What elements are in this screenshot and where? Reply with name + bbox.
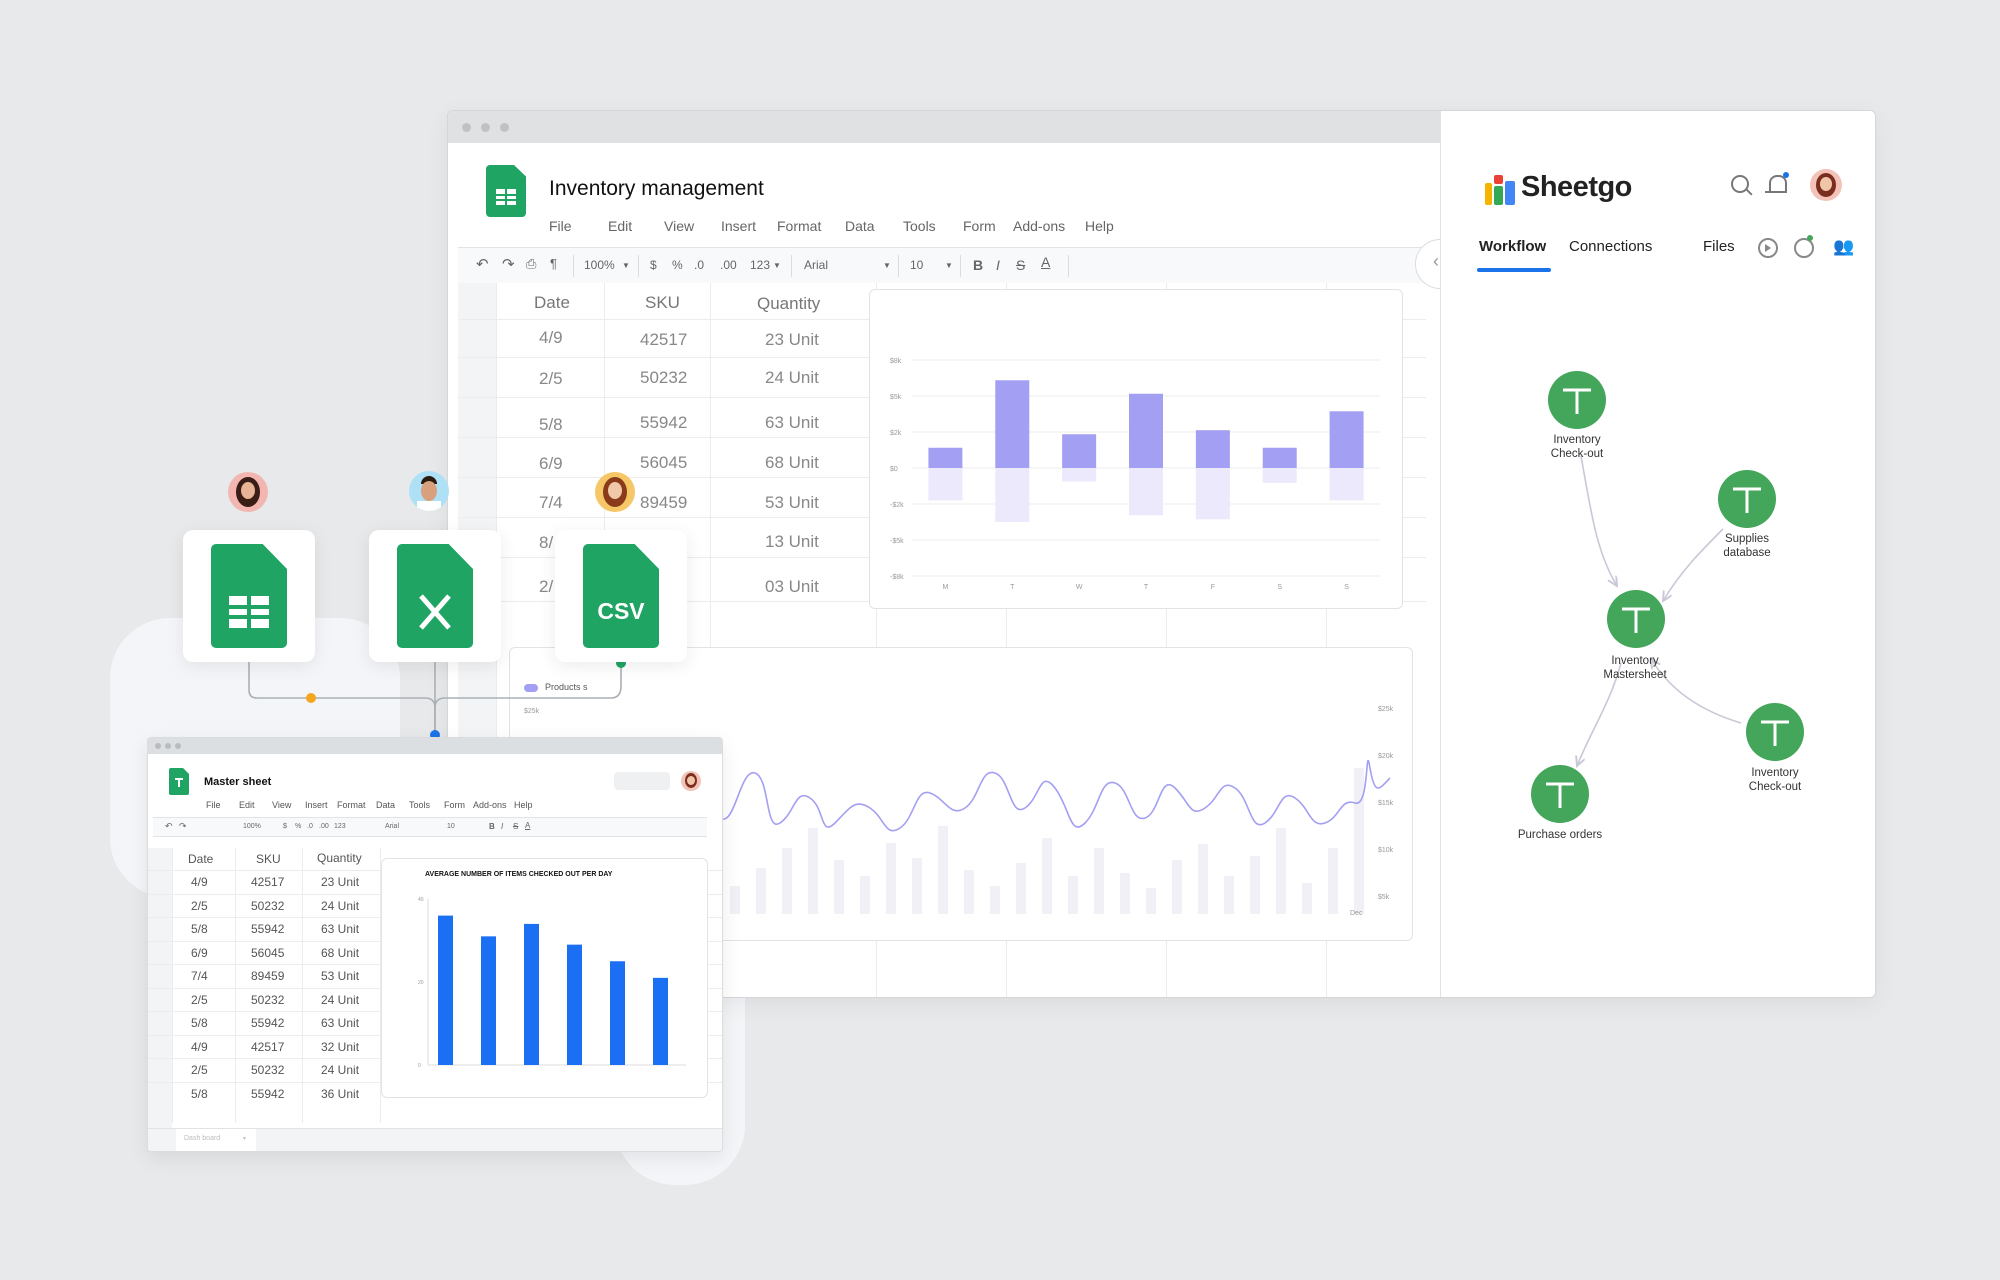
mini-chart-card[interactable]: AVERAGE NUMBER OF ITEMS CHECKED OUT PER … <box>381 858 708 1098</box>
y-tick-label: 40 <box>418 897 424 903</box>
table-cell[interactable]: 50232 <box>251 1063 284 1077</box>
menu-format[interactable]: Format <box>337 800 366 810</box>
table-cell[interactable]: 5/8 <box>191 1016 208 1030</box>
table-cell[interactable]: 63 Unit <box>321 922 359 936</box>
undo-icon[interactable]: ↶ <box>165 821 173 832</box>
table-cell[interactable]: 42517 <box>251 1040 284 1054</box>
table-cell[interactable]: 4/9 <box>191 1040 208 1054</box>
user-avatar[interactable] <box>409 471 449 511</box>
bold-icon[interactable]: B <box>489 822 495 831</box>
table-cell[interactable]: 68 Unit <box>321 946 359 960</box>
sheet-tab-dashboard[interactable]: Dash board ▼ <box>176 1129 256 1151</box>
table-cell[interactable]: 50232 <box>251 993 284 1007</box>
percent-button[interactable]: % <box>295 823 301 830</box>
currency-button[interactable]: $ <box>283 823 287 830</box>
table-cell[interactable]: 2/5 <box>191 1063 208 1077</box>
table-cell[interactable]: 5/8 <box>191 922 208 936</box>
menu-file[interactable]: File <box>206 800 221 810</box>
menu-data[interactable]: Data <box>376 800 395 810</box>
table-cell[interactable]: 56045 <box>251 946 284 960</box>
google-sheets-icon <box>169 768 189 795</box>
menu-addons[interactable]: Add-ons <box>473 800 507 810</box>
chevron-down-icon[interactable]: ▼ <box>242 1136 247 1142</box>
font-size-select[interactable]: 10 <box>447 823 455 830</box>
user-avatar[interactable] <box>228 472 268 512</box>
menu-form[interactable]: Form <box>444 800 465 810</box>
user-avatar[interactable] <box>595 472 635 512</box>
table-cell[interactable]: 2/5 <box>191 993 208 1007</box>
sheet-tab-label: Dash board <box>184 1135 221 1142</box>
table-cell[interactable]: 36 Unit <box>321 1087 359 1101</box>
table-cell[interactable]: 7/4 <box>191 969 208 983</box>
table-cell[interactable]: 42517 <box>251 875 284 889</box>
number-format-select[interactable]: 123 <box>334 823 346 830</box>
strikethrough-icon[interactable]: S <box>513 822 518 831</box>
table-cell[interactable]: 6/9 <box>191 946 208 960</box>
table-cell[interactable]: 89459 <box>251 969 284 983</box>
y-tick-label: 0 <box>418 1063 421 1069</box>
bar[interactable] <box>610 961 625 1065</box>
table-cell[interactable]: 23 Unit <box>321 875 359 889</box>
table-cell[interactable]: 24 Unit <box>321 1063 359 1077</box>
menu-view[interactable]: View <box>272 800 291 810</box>
table-cell[interactable]: 55942 <box>251 922 284 936</box>
google-sheets-icon <box>211 544 287 648</box>
bar[interactable] <box>567 944 582 1065</box>
table-cell[interactable]: 5/8 <box>191 1087 208 1101</box>
document-title[interactable]: Master sheet <box>204 776 271 788</box>
share-button[interactable] <box>614 772 670 790</box>
bar[interactable] <box>438 915 453 1065</box>
table-cell[interactable]: 4/9 <box>191 875 208 889</box>
google-sheets-file-card[interactable] <box>183 530 315 662</box>
sheet-tab-bar: Dash board ▼ <box>148 1128 722 1151</box>
excel-file-card[interactable] <box>369 530 501 662</box>
column-header-quantity[interactable]: Quantity <box>317 851 362 865</box>
table-cell[interactable]: 55942 <box>251 1016 284 1030</box>
table-cell[interactable]: 63 Unit <box>321 1016 359 1030</box>
y-tick-label: 20 <box>418 980 424 986</box>
font-select[interactable]: Arial <box>385 823 399 830</box>
menu-insert[interactable]: Insert <box>305 800 328 810</box>
master-sheet-window: Master sheet File Edit View Insert Forma… <box>147 737 723 1152</box>
menu-help[interactable]: Help <box>514 800 533 810</box>
increase-decimal-button[interactable]: .00 <box>319 823 329 830</box>
table-cell[interactable]: 53 Unit <box>321 969 359 983</box>
table-cell[interactable]: 2/5 <box>191 899 208 913</box>
csv-label: CSV <box>597 598 645 624</box>
excel-icon <box>397 544 473 648</box>
table-cell[interactable]: 32 Unit <box>321 1040 359 1054</box>
column-header-sku[interactable]: SKU <box>256 852 281 866</box>
toolbar: ↶ ↷ 100% $ % .0 .00 123 Arial 10 B I S A <box>153 817 707 837</box>
italic-icon[interactable]: I <box>501 822 503 831</box>
user-avatar[interactable] <box>681 771 701 791</box>
table-cell[interactable]: 50232 <box>251 899 284 913</box>
menu-tools[interactable]: Tools <box>409 800 430 810</box>
redo-icon[interactable]: ↷ <box>179 821 187 832</box>
table-cell[interactable]: 24 Unit <box>321 899 359 913</box>
csv-file-card[interactable]: CSV <box>555 530 687 662</box>
menu-edit[interactable]: Edit <box>239 800 255 810</box>
window-titlebar <box>148 738 722 754</box>
zoom-select[interactable]: 100% <box>243 823 261 830</box>
mini-bar-chart: 40 20 0 <box>418 897 686 1069</box>
text-color-icon[interactable]: A <box>525 821 530 830</box>
bar[interactable] <box>524 923 539 1065</box>
column-header-date[interactable]: Date <box>188 852 213 866</box>
bar[interactable] <box>481 936 496 1065</box>
csv-icon: CSV <box>583 544 659 648</box>
decrease-decimal-button[interactable]: .0 <box>307 823 313 830</box>
table-cell[interactable]: 24 Unit <box>321 993 359 1007</box>
bar[interactable] <box>653 977 668 1065</box>
table-cell[interactable]: 55942 <box>251 1087 284 1101</box>
